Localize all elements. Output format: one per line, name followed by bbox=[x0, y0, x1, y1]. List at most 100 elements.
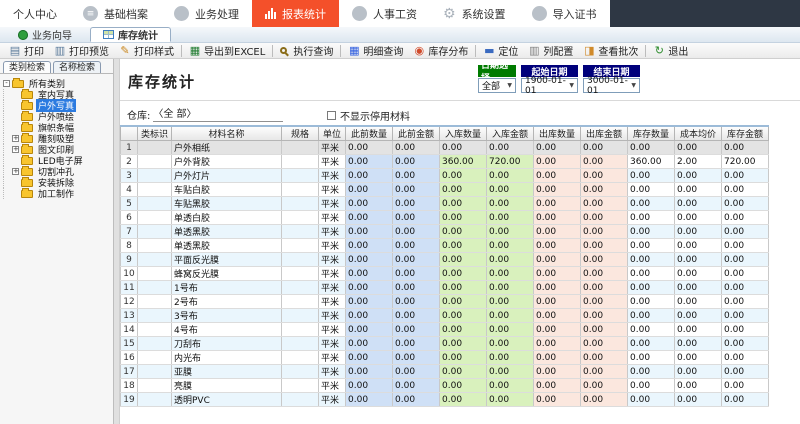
toolbar-locate-button[interactable]: ▬定位 bbox=[478, 43, 523, 58]
toolbar-print-style-button[interactable]: ✎打印样式 bbox=[114, 43, 179, 58]
cell-unit: 平米 bbox=[319, 295, 346, 309]
expand-plus-icon[interactable]: + bbox=[12, 135, 19, 142]
menu-item-import-certificate[interactable]: 导入证书 bbox=[519, 0, 610, 27]
col-header-stock-amount[interactable]: 库存金额 bbox=[722, 126, 769, 141]
col-header-row-no[interactable] bbox=[121, 126, 138, 141]
cell-row-no: 8 bbox=[121, 239, 138, 253]
col-header-out-amount[interactable]: 出库金额 bbox=[581, 126, 628, 141]
expand-plus-icon[interactable]: + bbox=[12, 168, 19, 175]
cell-out-amount: 0.00 bbox=[581, 141, 628, 155]
cell-unit: 平米 bbox=[319, 225, 346, 239]
toolbar-detail-query-button[interactable]: ▦明细查询 bbox=[343, 43, 408, 58]
cell-pre-amount: 0.00 bbox=[393, 225, 440, 239]
menu-item-base-archive[interactable]: ≡基础档案 bbox=[70, 0, 161, 27]
cell-stock-qty: 0.00 bbox=[628, 309, 675, 323]
excel-icon: ▦ bbox=[189, 45, 201, 56]
table-row[interactable]: 6单透白胶平米0.000.000.000.000.000.000.000.000… bbox=[121, 211, 769, 225]
toolbar-print-button[interactable]: ▤打印 bbox=[4, 43, 49, 58]
cell-row-no: 9 bbox=[121, 253, 138, 267]
table-row[interactable]: 111号布平米0.000.000.000.000.000.000.000.000… bbox=[121, 281, 769, 295]
cell-avg-cost: 0.00 bbox=[675, 225, 722, 239]
collapse-minus-icon[interactable]: - bbox=[3, 80, 10, 87]
cell-spec bbox=[282, 393, 319, 407]
cell-spec bbox=[282, 295, 319, 309]
col-header-material-name[interactable]: 材料名称 bbox=[172, 126, 282, 141]
table-row[interactable]: 122号布平米0.000.000.000.000.000.000.000.000… bbox=[121, 295, 769, 309]
table-row[interactable]: 2户外背胶平米0.000.00360.00720.000.000.00360.0… bbox=[121, 155, 769, 169]
table-row[interactable]: 4车贴白胶平米0.000.000.000.000.000.000.000.000… bbox=[121, 183, 769, 197]
cell-out-amount: 0.00 bbox=[581, 253, 628, 267]
cell-stock-amount: 0.00 bbox=[722, 379, 769, 393]
grid-icon bbox=[103, 30, 114, 39]
cell-row-no: 4 bbox=[121, 183, 138, 197]
table-row[interactable]: 8单透黑胶平米0.000.000.000.000.000.000.000.000… bbox=[121, 239, 769, 253]
toolbar-label: 打印预览 bbox=[69, 43, 109, 58]
table-row[interactable]: 18亮膜平米0.000.000.000.000.000.000.000.000.… bbox=[121, 379, 769, 393]
cell-in-amount: 0.00 bbox=[487, 295, 534, 309]
tab-name-search[interactable]: 名称检索 bbox=[53, 61, 101, 73]
cell-stock-amount: 0.00 bbox=[722, 253, 769, 267]
table-row[interactable]: 17亚膜平米0.000.000.000.000.000.000.000.000.… bbox=[121, 365, 769, 379]
col-header-avg-cost[interactable]: 成本均价 bbox=[675, 126, 722, 141]
warehouse-input[interactable]: 〈全 部〉 bbox=[153, 105, 283, 122]
cell-pre-amount: 0.00 bbox=[393, 197, 440, 211]
cell-row-no: 14 bbox=[121, 323, 138, 337]
date-mode-dropdown[interactable]: 全部 ▼ bbox=[478, 78, 516, 93]
batch-icon: ◨ bbox=[583, 45, 595, 56]
cell-spec bbox=[282, 211, 319, 225]
tab-inventory-stats[interactable]: 库存统计 bbox=[90, 27, 171, 42]
table-row[interactable]: 15刀刮布平米0.000.000.000.000.000.000.000.000… bbox=[121, 337, 769, 351]
table-row[interactable]: 9平面反光膜平米0.000.000.000.000.000.000.000.00… bbox=[121, 253, 769, 267]
table-row[interactable]: 133号布平米0.000.000.000.000.000.000.000.000… bbox=[121, 309, 769, 323]
col-header-spec[interactable]: 规格 bbox=[282, 126, 319, 141]
cell-spec bbox=[282, 183, 319, 197]
menu-item-hr-payroll[interactable]: 人事工资 bbox=[339, 0, 430, 27]
expand-plus-icon[interactable]: + bbox=[12, 146, 19, 153]
col-header-stock-qty[interactable]: 库存数量 bbox=[628, 126, 675, 141]
cell-avg-cost: 0.00 bbox=[675, 253, 722, 267]
menu-item-report-stats[interactable]: 报表统计 bbox=[252, 0, 339, 27]
toolbar-exit-button[interactable]: ↻退出 bbox=[648, 43, 693, 58]
col-header-unit[interactable]: 单位 bbox=[319, 126, 346, 141]
cell-stock-qty: 0.00 bbox=[628, 267, 675, 281]
table-row[interactable]: 144号布平米0.000.000.000.000.000.000.000.000… bbox=[121, 323, 769, 337]
menu-item-system-settings[interactable]: ⚙系统设置 bbox=[430, 0, 519, 27]
table-row[interactable]: 7单透黑胶平米0.000.000.000.000.000.000.000.000… bbox=[121, 225, 769, 239]
toolbar-view-batch-button[interactable]: ◨查看批次 bbox=[578, 43, 643, 58]
table-row[interactable]: 19透明PVC平米0.000.000.000.000.000.000.000.0… bbox=[121, 393, 769, 407]
tab-business-wizard[interactable]: 业务向导 bbox=[6, 27, 84, 42]
cell-pre-qty: 0.00 bbox=[346, 365, 393, 379]
cell-unit: 平米 bbox=[319, 197, 346, 211]
start-date-dropdown[interactable]: 1900-01-01 ▼ bbox=[521, 78, 578, 93]
col-header-category-id[interactable]: 类标识 bbox=[138, 126, 172, 141]
cell-in-amount: 720.00 bbox=[487, 155, 534, 169]
col-header-out-qty[interactable]: 出库数量 bbox=[534, 126, 581, 141]
cell-in-amount: 0.00 bbox=[487, 379, 534, 393]
table-row[interactable]: 16内光布平米0.000.000.000.000.000.000.000.000… bbox=[121, 351, 769, 365]
tab-category-search[interactable]: 类别检索 bbox=[3, 61, 51, 73]
cell-stock-amount: 0.00 bbox=[722, 169, 769, 183]
table-row[interactable]: 3户外灯片平米0.000.000.000.000.000.000.000.000… bbox=[121, 169, 769, 183]
hide-disabled-materials[interactable]: 不显示停用材料 bbox=[327, 108, 410, 123]
tree-item-10[interactable]: 加工制作 bbox=[3, 188, 113, 199]
col-header-pre-qty[interactable]: 此前数量 bbox=[346, 126, 393, 141]
col-header-in-qty[interactable]: 入库数量 bbox=[440, 126, 487, 141]
menu-item-business-process[interactable]: 业务处理 bbox=[161, 0, 252, 27]
col-header-in-amount[interactable]: 入库金额 bbox=[487, 126, 534, 141]
cell-avg-cost: 0.00 bbox=[675, 337, 722, 351]
table-row[interactable]: 10蜂窝反光膜平米0.000.000.000.000.000.000.000.0… bbox=[121, 267, 769, 281]
panel-splitter[interactable] bbox=[113, 59, 120, 424]
toolbar-inventory-distribution-button[interactable]: ◉库存分布 bbox=[408, 43, 473, 58]
table-row[interactable]: 1户外相纸平米0.000.000.000.000.000.000.000.000… bbox=[121, 141, 769, 155]
checkbox-icon[interactable] bbox=[327, 111, 336, 120]
cell-pre-amount: 0.00 bbox=[393, 267, 440, 281]
tab-label: 库存统计 bbox=[118, 27, 158, 42]
toolbar-export-excel-button[interactable]: ▦导出到EXCEL bbox=[184, 43, 270, 58]
end-date-dropdown[interactable]: 3000-01-01 ▼ bbox=[583, 78, 640, 93]
toolbar-print-preview-button[interactable]: ▥打印预览 bbox=[49, 43, 114, 58]
toolbar-run-query-button[interactable]: 执行查询 bbox=[275, 43, 338, 58]
toolbar-column-config-button[interactable]: ▥列配置 bbox=[523, 43, 578, 58]
col-header-pre-amount[interactable]: 此前金额 bbox=[393, 126, 440, 141]
menu-item-personal-center[interactable]: 个人中心 bbox=[0, 0, 70, 27]
table-row[interactable]: 5车贴黑胶平米0.000.000.000.000.000.000.000.000… bbox=[121, 197, 769, 211]
